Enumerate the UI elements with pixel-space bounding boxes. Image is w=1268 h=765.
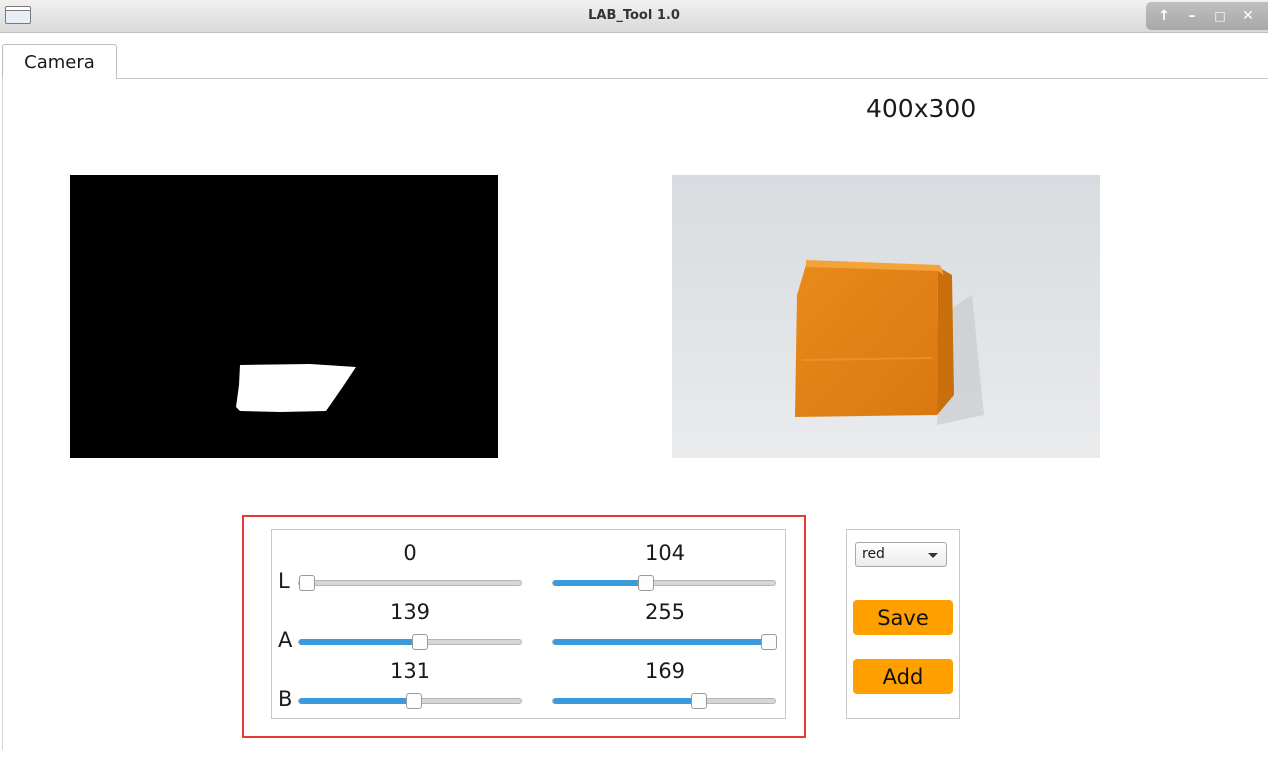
slider-handle[interactable] (412, 634, 428, 650)
save-button[interactable]: Save (853, 600, 953, 635)
keep-above-icon[interactable]: ↑ (1154, 6, 1174, 26)
value-b-min: 131 (389, 659, 431, 683)
channel-label-l: L (278, 569, 290, 593)
camera-image (672, 175, 1100, 458)
slider-b-max[interactable] (552, 693, 776, 709)
slider-handle[interactable] (638, 575, 654, 591)
color-select[interactable]: red (855, 542, 947, 567)
slider-handle[interactable] (406, 693, 422, 709)
slider-l-min[interactable] (298, 575, 522, 591)
channel-label-b: B (278, 687, 293, 711)
slider-b-min[interactable] (298, 693, 522, 709)
close-icon[interactable]: ✕ (1238, 6, 1258, 26)
tab-camera[interactable]: Camera (2, 44, 117, 79)
title-bar[interactable]: LAB_Tool 1.0 ↑ – □ ✕ (0, 0, 1268, 33)
value-l-min: 0 (403, 541, 417, 565)
slider-l-max[interactable] (552, 575, 776, 591)
mask-blob (236, 364, 356, 412)
value-b-max: 169 (644, 659, 686, 683)
value-a-max: 255 (644, 600, 686, 624)
value-a-min: 139 (389, 600, 431, 624)
add-button[interactable]: Add (853, 659, 953, 694)
slider-handle[interactable] (299, 575, 315, 591)
value-l-max: 104 (644, 541, 686, 565)
slider-fill (553, 639, 769, 645)
minimize-icon[interactable]: – (1182, 6, 1202, 26)
tab-bar-divider (117, 78, 1268, 79)
slider-a-max[interactable] (552, 634, 777, 650)
mask-image (70, 175, 498, 458)
slider-handle[interactable] (761, 634, 777, 650)
resolution-label: 400x300 (866, 94, 977, 123)
slider-fill (299, 639, 420, 645)
window-controls: ↑ – □ ✕ (1146, 2, 1268, 30)
chevron-down-icon (928, 553, 938, 558)
channel-label-a: A (278, 628, 293, 652)
pane-border (2, 78, 3, 750)
slider-fill (299, 698, 414, 704)
slider-fill (553, 698, 699, 704)
slider-a-min[interactable] (298, 634, 522, 650)
slider-handle[interactable] (691, 693, 707, 709)
maximize-icon[interactable]: □ (1210, 6, 1230, 26)
color-select-value: red (862, 546, 885, 562)
slider-fill (553, 580, 646, 586)
window-title: LAB_Tool 1.0 (588, 8, 680, 23)
orange-cube-photo (672, 175, 1100, 458)
